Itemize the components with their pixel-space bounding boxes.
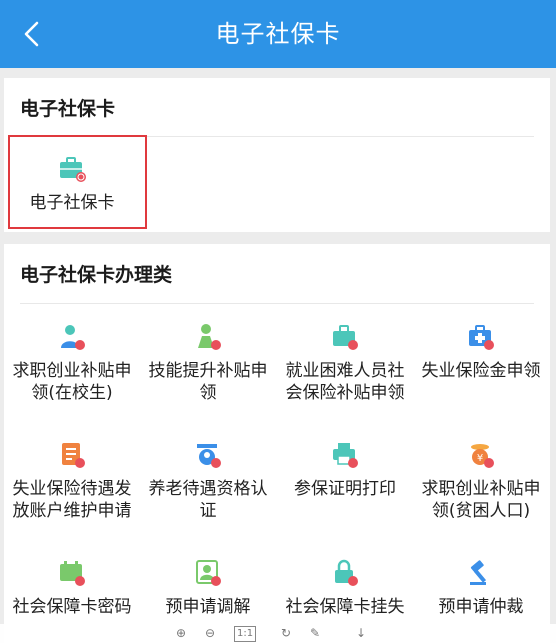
student-icon — [61, 325, 85, 350]
tile-label: 求职创业补贴申领(贫困人口) — [421, 479, 541, 521]
tile-skill-subsidy[interactable]: 技能提升补贴申领 — [140, 322, 276, 432]
tile-label: 预申请仲裁 — [438, 597, 524, 617]
tile-label: 社会保障卡挂失 — [285, 597, 405, 617]
tile-label: 预申请调解 — [165, 597, 251, 617]
person-skill-icon — [198, 324, 221, 350]
zoom-out-icon[interactable]: ⊖ — [205, 626, 215, 640]
tile-label: 参保证明打印 — [294, 479, 396, 499]
tile-label: 养老待遇资格认证 — [148, 479, 268, 521]
profile-card-icon — [196, 560, 221, 586]
calendar-card-icon — [60, 561, 85, 586]
edit-icon[interactable]: ✎ — [310, 626, 320, 640]
highlight-box — [8, 135, 147, 229]
tile-label: 失业保险待遇发放账户维护申请 — [12, 479, 132, 521]
tile-label: 社会保障卡密码 — [12, 597, 132, 617]
tile-label: 求职创业补贴申领(在校生) — [12, 361, 132, 403]
tile-label: 就业困难人员社会保险补贴申领 — [285, 361, 405, 403]
tile-hardship-insurance-subsidy[interactable]: 就业困难人员社会保险补贴申领 — [277, 322, 413, 432]
page-title: 电子社保卡 — [215, 20, 341, 48]
medical-kit-icon — [469, 325, 494, 350]
coin-icon: ¥ — [471, 444, 494, 468]
lock-icon — [335, 559, 358, 586]
download-icon[interactable]: ↓ — [356, 626, 366, 640]
svg-text:¥: ¥ — [477, 453, 483, 464]
divider — [20, 303, 534, 304]
viewer-toolbar: ⊕ ⊖ 1:1 ↻ ✎ ↓ — [0, 624, 556, 643]
document-icon — [62, 443, 85, 468]
tile-insurance-certificate-print[interactable]: 参保证明打印 — [277, 440, 413, 550]
briefcase-icon — [333, 325, 358, 350]
tile-job-subsidy-student[interactable]: 求职创业补贴申领(在校生) — [4, 322, 140, 432]
section-title: 电子社保卡 — [20, 98, 116, 120]
tile-label: 失业保险金申领 — [421, 361, 541, 381]
zoom-reset-button[interactable]: 1:1 — [234, 626, 257, 642]
face-scan-icon — [197, 444, 221, 468]
tile-job-subsidy-poverty[interactable]: ¥ 求职创业补贴申领(贫困人口) — [413, 440, 549, 550]
printer-icon — [333, 443, 358, 468]
section-title: 电子社保卡办理类 — [20, 264, 173, 286]
tile-benefit-account-maintenance[interactable]: 失业保险待遇发放账户维护申请 — [4, 440, 140, 550]
tile-unemployment-benefit[interactable]: 失业保险金申领 — [413, 322, 549, 432]
section-e-card-services: 电子社保卡办理类 求职创业补贴申领(在校生) 技能提升补贴申领 就业困难人员社会… — [4, 244, 550, 643]
app-header: 电子社保卡 — [0, 0, 556, 68]
zoom-in-icon[interactable]: ⊕ — [176, 626, 186, 640]
tile-label: 技能提升补贴申领 — [148, 361, 268, 403]
rotate-icon[interactable]: ↻ — [281, 626, 291, 640]
tile-pension-qualification[interactable]: 养老待遇资格认证 — [140, 440, 276, 550]
gavel-icon — [470, 560, 487, 585]
